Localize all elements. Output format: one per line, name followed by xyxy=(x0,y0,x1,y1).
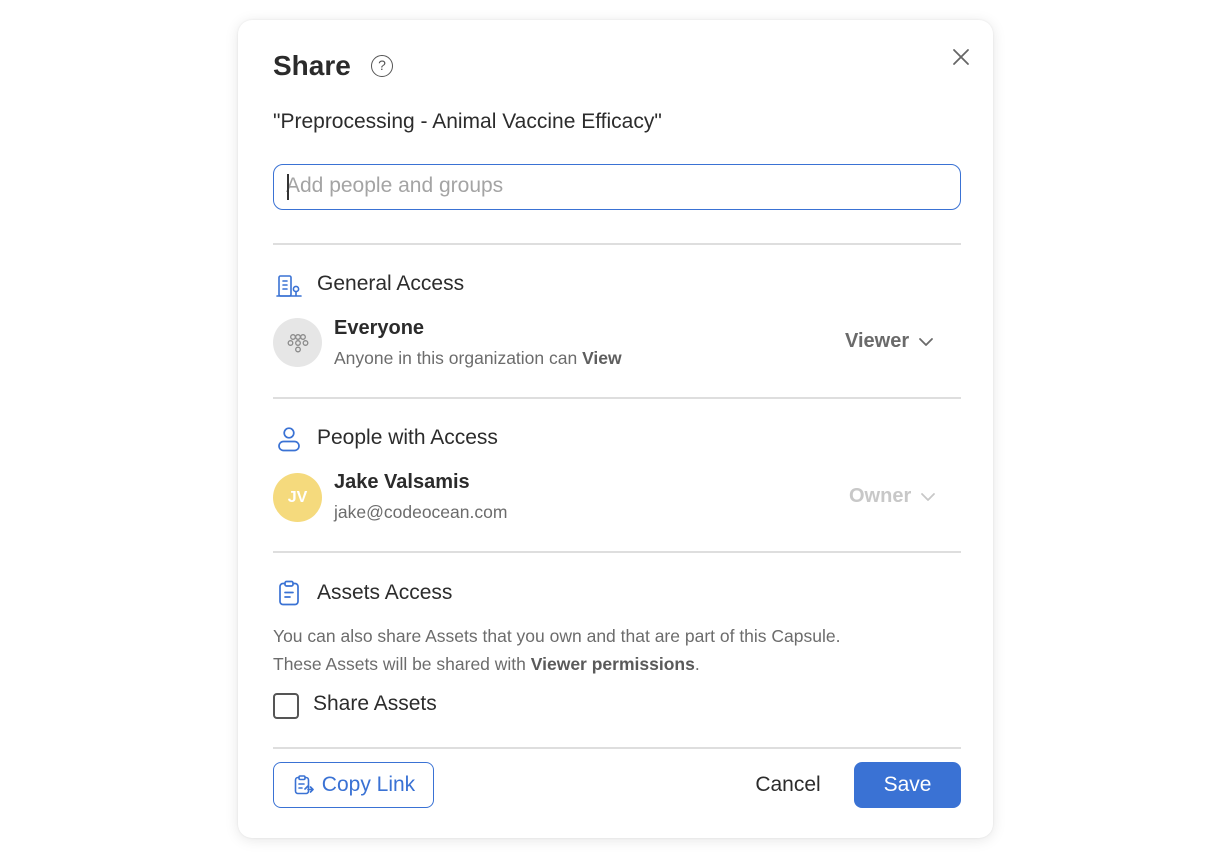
clipboard-link-icon xyxy=(294,775,314,795)
building-icon xyxy=(276,275,302,297)
general-access-title: General Access xyxy=(317,272,465,295)
assets-description-line: These Assets will be shared with Viewer … xyxy=(273,654,700,674)
everyone-avatar xyxy=(273,318,322,367)
divider xyxy=(273,397,961,399)
cancel-button[interactable]: Cancel xyxy=(736,762,840,808)
save-button[interactable]: Save xyxy=(854,762,961,808)
share-assets-label[interactable]: Share Assets xyxy=(313,692,437,716)
close-icon[interactable] xyxy=(948,44,974,70)
share-dialog: Share ? "Preprocessing - Animal Vaccine … xyxy=(238,20,993,838)
role-label: Viewer xyxy=(845,330,910,352)
divider xyxy=(273,243,961,245)
dialog-title: Share xyxy=(273,50,351,81)
help-icon[interactable]: ? xyxy=(371,55,393,77)
everyone-name: Everyone xyxy=(334,317,425,339)
avatar: JV xyxy=(273,473,322,522)
chevron-down-icon xyxy=(921,492,936,501)
owner-role-dropdown: Owner xyxy=(849,485,937,508)
text-caret xyxy=(287,174,289,200)
copy-link-label: Copy Link xyxy=(321,773,416,796)
assets-access-title: Assets Access xyxy=(317,581,453,604)
copy-link-button[interactable]: Copy Link xyxy=(273,762,434,808)
assets-description-line: You can also share Assets that you own a… xyxy=(273,626,841,646)
divider xyxy=(273,551,961,553)
capsule-name: "Preprocessing - Animal Vaccine Efficacy… xyxy=(273,110,662,133)
person-name: Jake Valsamis xyxy=(334,471,470,493)
everyone-description: Anyone in this organization can View xyxy=(334,348,622,368)
people-access-title: People with Access xyxy=(317,426,498,449)
chevron-down-icon xyxy=(919,337,934,346)
clipboard-icon xyxy=(279,580,299,606)
add-people-input[interactable] xyxy=(286,165,946,207)
role-label: Owner xyxy=(849,485,912,507)
assets-description: You can also share Assets that you own a… xyxy=(273,622,963,678)
divider xyxy=(273,747,961,749)
add-people-field[interactable] xyxy=(273,164,961,210)
share-assets-checkbox[interactable] xyxy=(273,693,299,719)
avatar-initials: JV xyxy=(287,488,308,506)
person-icon xyxy=(278,427,300,452)
group-icon xyxy=(287,333,308,352)
person-email: jake@codeocean.com xyxy=(334,502,508,522)
general-access-role-dropdown[interactable]: Viewer xyxy=(845,330,935,353)
